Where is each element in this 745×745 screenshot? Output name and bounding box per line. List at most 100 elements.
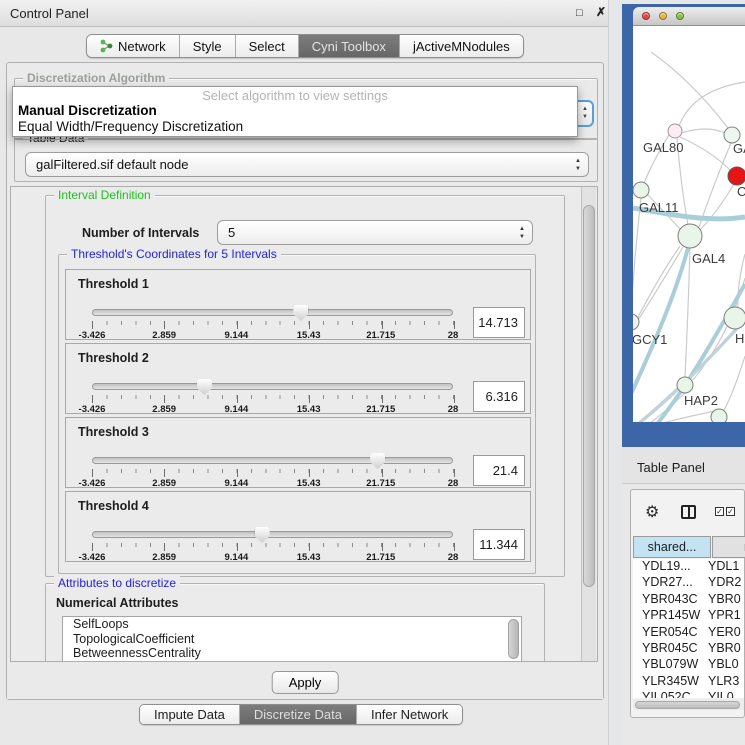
tab-impute-data[interactable]: Impute Data <box>140 705 240 724</box>
tab-style[interactable]: Style <box>180 35 236 57</box>
table-row[interactable]: YDR27...YDR2 <box>633 575 744 591</box>
table-row[interactable]: YPR145WYPR1 <box>633 608 744 624</box>
checkbox-icon[interactable]: ✓ <box>726 507 735 516</box>
number-of-intervals-combo[interactable]: 5 ▲▼ <box>217 220 533 245</box>
threshold-value-field[interactable]: 11.344 <box>473 529 525 560</box>
tick-label: 15.43 <box>297 330 321 341</box>
minimize-traffic-light-icon[interactable] <box>659 12 667 20</box>
table-row[interactable]: YBR043CYBR0 <box>633 592 744 608</box>
apply-bar: Apply <box>7 662 603 699</box>
node-red[interactable] <box>728 167 745 185</box>
list-item[interactable]: TopologicalCoefficient <box>63 632 521 647</box>
slider-track[interactable] <box>92 457 453 464</box>
tick-label: 15.43 <box>297 552 321 563</box>
zoom-traffic-light-icon[interactable] <box>676 12 684 20</box>
threshold-panel-2: Threshold 2 -3.426 2.859 9.144 15.43 21.… <box>65 343 531 414</box>
node-h[interactable] <box>724 307 745 329</box>
tick-label: 2.859 <box>152 404 176 415</box>
close-icon[interactable]: ✗ <box>596 5 606 19</box>
tab-network[interactable]: Network <box>87 35 180 57</box>
scrollbar-thumb[interactable] <box>635 701 740 709</box>
panel-splitter[interactable] <box>608 0 622 745</box>
group-title: Attributes to discretize <box>54 576 180 590</box>
slider-ticks <box>92 395 454 403</box>
list-item[interactable]: SelfLoops <box>63 617 521 632</box>
slider-track[interactable] <box>92 383 453 390</box>
network-window-titlebar[interactable] <box>633 7 745 26</box>
table-data-group: Table Data galFiltered.sif default node … <box>14 138 598 182</box>
slider-thumb[interactable] <box>255 527 270 543</box>
table-data-combo[interactable]: galFiltered.sif default node ▲▼ <box>25 152 589 177</box>
table-row[interactable]: YDL19...YDL1 <box>633 559 744 575</box>
slider-thumb[interactable] <box>293 305 308 321</box>
tab-discretize-data[interactable]: Discretize Data <box>240 705 357 724</box>
tab-label: Discretize Data <box>254 707 342 722</box>
table-row[interactable]: YBR045CYBR0 <box>633 641 744 657</box>
column-header-shared-name[interactable]: shared... <box>633 536 711 558</box>
list-item[interactable]: BetweennessCentrality <box>63 646 521 661</box>
cell: YBL0 <box>705 657 739 673</box>
tab-label: Select <box>249 39 285 54</box>
select-columns-icons[interactable]: ✓ ✓ <box>715 507 735 516</box>
option-equal-width-frequency[interactable]: Equal Width/Frequency Discretization <box>18 119 243 134</box>
threshold-value-field[interactable]: 6.316 <box>473 381 525 412</box>
node-gal80[interactable] <box>668 124 682 138</box>
threshold-slider: -3.426 2.859 9.144 15.43 21.715 28 <box>92 457 453 489</box>
threshold-panel-4: Threshold 4 -3.426 2.859 9.144 15.43 21.… <box>65 491 531 562</box>
table-horizontal-scrollbar[interactable] <box>633 699 744 710</box>
tab-select[interactable]: Select <box>236 35 299 57</box>
tab-jactivemnodules[interactable]: jActiveMNodules <box>400 35 523 57</box>
top-tab-bar: Network Style Select Cyni Toolbox jActiv… <box>86 34 524 58</box>
tick-label: -3.426 <box>79 552 106 563</box>
table-row[interactable]: YBL079WYBL0 <box>633 657 744 673</box>
slider-track[interactable] <box>92 309 453 316</box>
column-header-name[interactable]: na <box>712 536 745 558</box>
slider-ticks <box>92 321 454 329</box>
slider-thumb[interactable] <box>197 379 212 395</box>
tick-label: 28 <box>448 404 459 415</box>
cell: YBR0 <box>705 641 741 657</box>
network-view-canvas[interactable]: GAL80 GA C GAL11 GAL4 GCY1 H HAP2 <box>633 26 745 422</box>
node-gal4[interactable] <box>678 224 702 248</box>
gear-icon[interactable]: ⚙ <box>645 502 659 522</box>
option-manual-discretization[interactable]: Manual Discretization <box>18 103 157 118</box>
combo-value: galFiltered.sif default node <box>36 157 188 172</box>
threshold-slider: -3.426 2.859 9.144 15.43 21.715 28 <box>92 309 453 341</box>
table-row[interactable]: YIL052CYIL0 <box>633 690 744 698</box>
node-table-card: ⚙ ✓ ✓ shared... na YDL19...YDL1 YDR27...… <box>630 489 745 718</box>
scrollbar-thumb[interactable] <box>583 205 595 587</box>
tab-label: Infer Network <box>371 707 448 722</box>
slider-track[interactable] <box>92 531 453 538</box>
close-traffic-light-icon[interactable] <box>642 12 650 20</box>
tick-label: 28 <box>448 330 459 341</box>
table-row[interactable]: YER054CYER0 <box>633 625 744 641</box>
stepper-icons: ▲▼ <box>582 105 588 121</box>
tick-label: -3.426 <box>79 330 106 341</box>
group-title: Threshold's Coordinates for 5 Intervals <box>67 247 281 261</box>
node-label: GAL11 <box>639 200 679 215</box>
tab-label: Cyni Toolbox <box>312 39 386 54</box>
checkbox-icon[interactable]: ✓ <box>715 507 724 516</box>
columns-icon[interactable] <box>681 505 696 519</box>
tab-cyni-toolbox[interactable]: Cyni Toolbox <box>299 35 400 57</box>
slider-thumb[interactable] <box>370 453 385 469</box>
node-bottom[interactable] <box>711 409 727 422</box>
tick-label: 21.715 <box>366 478 395 489</box>
node-gal11[interactable] <box>633 182 649 198</box>
float-window-icon[interactable]: □ <box>576 7 583 19</box>
tab-infer-network[interactable]: Infer Network <box>357 705 462 724</box>
cell: YIL052C <box>633 690 705 698</box>
threshold-slider: -3.426 2.859 9.144 15.43 21.715 28 <box>92 531 453 563</box>
table-row[interactable]: YLR345WYLR3 <box>633 674 744 690</box>
list-scrollbar[interactable] <box>508 619 519 659</box>
apply-button[interactable]: Apply <box>272 671 339 694</box>
slider-ticks <box>92 469 454 477</box>
cell: YER0 <box>705 625 741 641</box>
network-graph: GAL80 GA C GAL11 GAL4 GCY1 H HAP2 <box>633 26 745 422</box>
cell: YDL19... <box>633 559 705 575</box>
settings-vertical-scrollbar[interactable] <box>581 187 596 661</box>
threshold-value-field[interactable]: 14.713 <box>473 307 525 338</box>
threshold-value-field[interactable]: 21.4 <box>473 455 525 486</box>
node-hap2[interactable] <box>677 377 693 393</box>
network-icon <box>100 39 113 53</box>
